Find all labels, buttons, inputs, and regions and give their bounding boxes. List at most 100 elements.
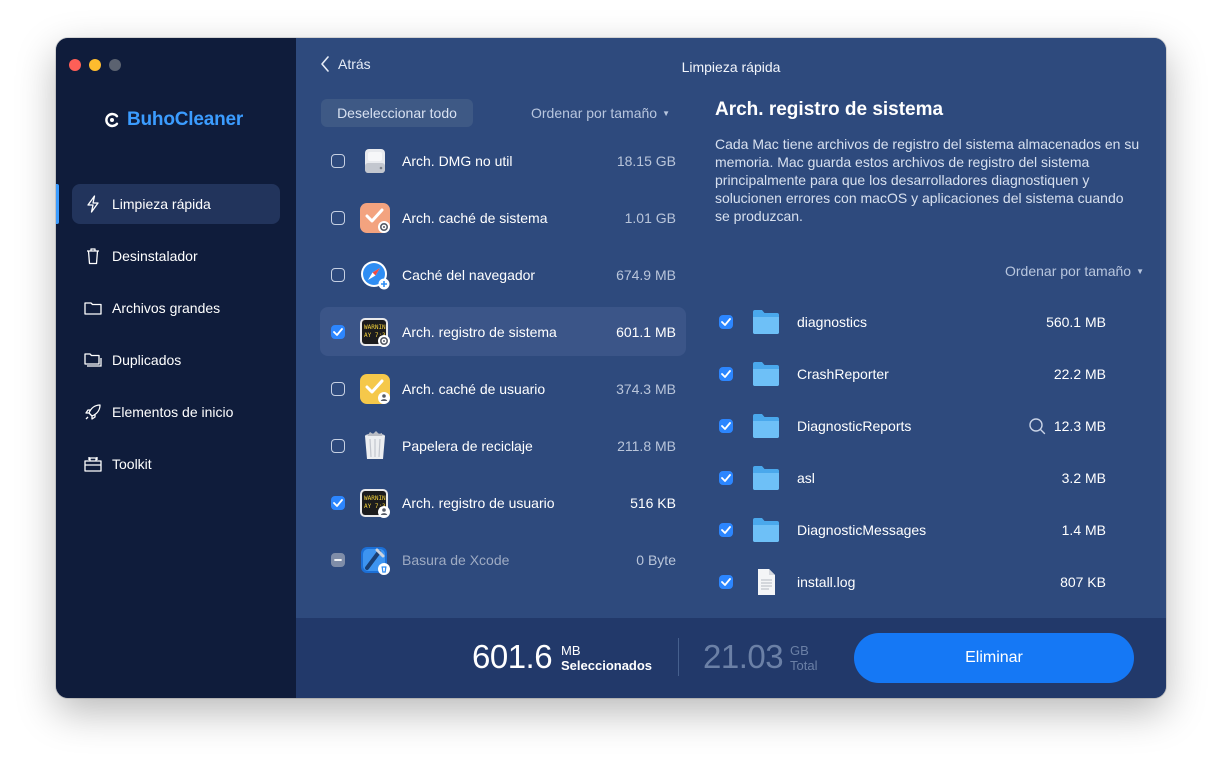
partial-check-icon xyxy=(334,558,342,561)
main-panel: Atrás Limpieza rápida Deseleccionar todo… xyxy=(296,38,1166,618)
file-name: diagnostics xyxy=(797,314,868,330)
file-checkbox[interactable] xyxy=(719,523,733,537)
category-row-user-cache[interactable]: Arch. caché de usuario 374.3 MB xyxy=(320,364,686,413)
file-checkbox[interactable] xyxy=(719,575,733,589)
checkmark-icon xyxy=(721,526,731,534)
category-name: Arch. caché de usuario xyxy=(402,380,546,397)
user-log-icon: WARNIN AY 7:3 xyxy=(359,487,391,519)
checkmark-icon xyxy=(721,578,731,586)
total-size-unit: GB Total xyxy=(790,643,817,673)
deselect-all-button[interactable]: Deseleccionar todo xyxy=(321,99,473,127)
file-size: 560.1 MB xyxy=(1046,314,1106,330)
sidebar-item-toolkit[interactable]: Toolkit xyxy=(72,444,280,484)
checkmark-icon xyxy=(721,422,731,430)
page-title: Limpieza rápida xyxy=(681,59,781,75)
category-checkbox[interactable] xyxy=(331,153,345,168)
sort-label: Ordenar por tamaño xyxy=(1005,263,1132,279)
category-row-trash[interactable]: Papelera de reciclaje 211.8 MB xyxy=(320,421,686,470)
category-row-user-logs[interactable]: WARNIN AY 7:3 Arch. registro de usuario … xyxy=(320,478,686,527)
trash-icon xyxy=(84,247,102,265)
sidebar-item-duplicados[interactable]: Duplicados xyxy=(72,340,280,380)
detail-description: Cada Mac tiene archivos de registro del … xyxy=(715,136,1140,224)
rocket-icon xyxy=(84,403,102,421)
file-row-asl[interactable]: asl 3.2 MB xyxy=(716,458,1106,498)
file-size: 807 KB xyxy=(1060,574,1106,590)
file-size: 1.4 MB xyxy=(1061,522,1106,538)
app-window: BuhoCleaner Limpieza rápida Desinstalado… xyxy=(56,38,1166,698)
total-size-value: 21.03 xyxy=(703,638,784,675)
file-name: DiagnosticMessages xyxy=(797,522,927,538)
sidebar-item-limpieza-rapida[interactable]: Limpieza rápida xyxy=(72,184,280,224)
checkmark-icon xyxy=(333,327,343,336)
document-icon xyxy=(758,569,775,595)
svg-text:WARNIN: WARNIN xyxy=(364,495,386,502)
category-size: 674.9 MB xyxy=(616,266,676,283)
sort-dropdown-left[interactable]: Ordenar por tamaño ▼ xyxy=(531,105,670,121)
category-name: Basura de Xcode xyxy=(402,551,510,568)
file-row-install-log[interactable]: install.log 807 KB xyxy=(716,562,1106,602)
sidebar-item-elementos-de-inicio[interactable]: Elementos de inicio xyxy=(72,392,280,432)
sidebar-item-label: Limpieza rápida xyxy=(112,196,211,212)
zoom-window-button[interactable] xyxy=(109,59,121,71)
footer-bar: 601.6 MB Seleccionados 21.03 GB Total El… xyxy=(296,618,1166,698)
category-row-xcode[interactable]: Basura de Xcode 0 Byte xyxy=(320,535,686,584)
delete-button[interactable]: Eliminar xyxy=(854,633,1134,683)
sidebar-item-label: Toolkit xyxy=(112,456,152,472)
file-size: 3.2 MB xyxy=(1061,470,1106,486)
category-name: Arch. DMG no util xyxy=(402,152,513,169)
sidebar-item-archivos-grandes[interactable]: Archivos grandes xyxy=(72,288,280,328)
category-row-dmg[interactable]: Arch. DMG no util 18.15 GB xyxy=(320,136,686,185)
app-name: BuhoCleaner xyxy=(127,109,244,130)
file-checkbox[interactable] xyxy=(719,471,733,485)
folder-icon xyxy=(753,362,779,386)
category-checkbox[interactable] xyxy=(331,495,345,510)
minimize-window-button[interactable] xyxy=(89,59,101,71)
category-checkbox[interactable] xyxy=(331,552,345,567)
file-row-diagnostics[interactable]: diagnostics 560.1 MB xyxy=(716,302,1106,342)
sort-dropdown-right[interactable]: Ordenar por tamaño ▼ xyxy=(1005,263,1144,279)
detail-title: Arch. registro de sistema xyxy=(715,99,944,120)
close-window-button[interactable] xyxy=(69,59,81,71)
category-name: Caché del navegador xyxy=(402,266,536,283)
file-row-diagnosticmessages[interactable]: DiagnosticMessages 1.4 MB xyxy=(716,510,1106,550)
file-checkbox[interactable] xyxy=(719,367,733,381)
file-name: CrashReporter xyxy=(797,366,889,382)
category-checkbox[interactable] xyxy=(331,324,345,339)
folder-icon xyxy=(84,299,102,317)
category-checkbox[interactable] xyxy=(331,381,345,396)
category-name: Arch. registro de usuario xyxy=(402,494,555,511)
svg-text:WARNIN: WARNIN xyxy=(364,324,386,331)
app-brand: BuhoCleaner xyxy=(104,108,243,132)
active-nav-indicator xyxy=(56,184,59,224)
user-cache-icon xyxy=(359,373,391,405)
sidebar-item-desinstalador[interactable]: Desinstalador xyxy=(72,236,280,276)
category-row-browser-cache[interactable]: Caché del navegador 674.9 MB xyxy=(320,250,686,299)
checkmark-icon xyxy=(721,370,731,378)
category-checkbox[interactable] xyxy=(331,438,345,453)
category-row-system-logs[interactable]: WARNIN AY 7:3 Arch. registro de sistema … xyxy=(320,307,686,356)
category-size: 0 Byte xyxy=(636,551,676,568)
file-row-diagnosticreports[interactable]: DiagnosticReports 12.3 MB xyxy=(716,406,1106,446)
category-checkbox[interactable] xyxy=(331,210,345,225)
folder-icon xyxy=(753,466,779,490)
checkmark-icon xyxy=(721,474,731,482)
category-size: 211.8 MB xyxy=(617,437,676,454)
category-row-system-cache[interactable]: Arch. caché de sistema 1.01 GB xyxy=(320,193,686,242)
chevron-down-icon: ▼ xyxy=(662,108,670,118)
folder-icon xyxy=(753,518,779,542)
checkmark-icon xyxy=(333,498,343,507)
file-size: 12.3 MB xyxy=(1053,418,1106,434)
sidebar-item-label: Duplicados xyxy=(112,352,182,368)
toolbox-icon xyxy=(84,455,102,473)
file-checkbox[interactable] xyxy=(719,419,733,433)
category-checkbox[interactable] xyxy=(331,267,345,282)
folders-icon xyxy=(84,351,102,369)
total-label: Total xyxy=(790,658,818,673)
file-name: asl xyxy=(797,470,815,486)
file-row-crashreporter[interactable]: CrashReporter 22.2 MB xyxy=(716,354,1106,394)
trash-bin-icon xyxy=(359,430,391,462)
magnifier-icon[interactable] xyxy=(1028,417,1046,435)
file-checkbox[interactable] xyxy=(719,315,733,329)
disk-icon xyxy=(359,145,391,177)
console-log-icon: WARNIN AY 7:3 xyxy=(359,316,391,348)
